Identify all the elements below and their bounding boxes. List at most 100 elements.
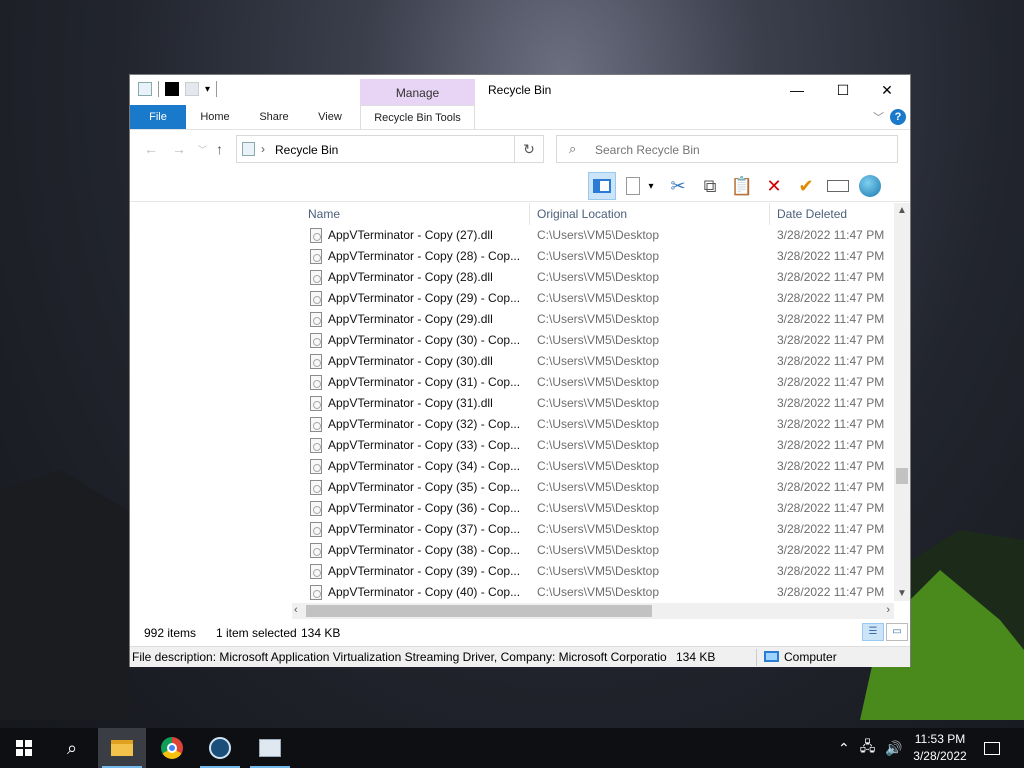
scroll-up-arrow-icon[interactable]: ▲ [897, 205, 907, 216]
large-icons-view-button[interactable]: ▭ [886, 623, 908, 641]
tab-recycle-bin-tools[interactable]: Recycle Bin Tools [360, 105, 475, 129]
horizontal-scrollbar[interactable]: ‹ › [292, 603, 894, 619]
forward-arrow-icon[interactable]: → [172, 141, 186, 157]
date-deleted: 3/28/2022 11:47 PM [777, 375, 885, 389]
column-header-original-location[interactable]: Original Location [537, 203, 627, 225]
command-toolbar: ▾ ✂ ⧉ 📋 ✕ ✔ [588, 172, 884, 200]
original-location: C:\Users\VM5\Desktop [537, 501, 660, 515]
status-bar: 992 items 1 item selected 134 KB ☰ ▭ [130, 623, 910, 643]
details-view-button[interactable]: ☰ [862, 623, 884, 641]
recent-locations-icon[interactable]: ﹀ [198, 143, 207, 156]
table-row[interactable]: AppVTerminator - Copy (29).dll C:\Users\V… [300, 309, 894, 330]
scroll-right-arrow-icon[interactable]: › [886, 604, 890, 616]
close-button[interactable]: ✕ [864, 75, 910, 105]
column-separator[interactable] [769, 203, 770, 225]
action-center-icon[interactable] [982, 728, 1002, 768]
file-name: AppVTerminator - Copy (39) - Cop... [328, 564, 521, 578]
delete-icon[interactable]: ✕ [760, 172, 788, 200]
search-input[interactable] [595, 141, 885, 159]
properties-icon[interactable] [165, 82, 179, 96]
recycle-bin-icon[interactable] [138, 82, 152, 96]
new-folder-icon[interactable] [185, 82, 199, 96]
table-row[interactable]: AppVTerminator - Copy (30).dll C:\Users\V… [300, 351, 894, 372]
start-icon[interactable] [0, 728, 48, 768]
table-row[interactable]: AppVTerminator - Copy (33) - Cop... C:\Us… [300, 435, 894, 456]
preview-pane-icon[interactable] [588, 172, 616, 200]
search-icon[interactable]: ⌕ [48, 728, 96, 768]
table-row[interactable]: AppVTerminator - Copy (28).dll C:\Users\V… [300, 267, 894, 288]
zone-label: Computer [784, 650, 837, 664]
up-arrow-icon[interactable]: ↑ [216, 141, 223, 157]
globe-icon[interactable] [856, 172, 884, 200]
vertical-scrollbar[interactable]: ▲ ▼ [894, 203, 910, 601]
tab-file[interactable]: File [130, 105, 186, 129]
table-row[interactable]: AppVTerminator - Copy (32) - Cop... C:\Us… [300, 414, 894, 435]
refresh-button[interactable]: ↻ [514, 135, 544, 163]
table-row[interactable]: AppVTerminator - Copy (28) - Cop... C:\Us… [300, 246, 894, 267]
file-list: ⌃ Name Original Location Date Deleted Ap… [300, 203, 894, 603]
address-bar[interactable]: › Recycle Bin ﹀ [236, 135, 540, 163]
clock[interactable]: 11:53 PM 3/28/2022 [898, 731, 982, 765]
table-row[interactable]: AppVTerminator - Copy (30) - Cop... C:\Us… [300, 330, 894, 351]
original-location: C:\Users\VM5\Desktop [537, 333, 660, 347]
file-name: AppVTerminator - Copy (28) - Cop... [328, 249, 521, 263]
search-box[interactable]: ⌕ [556, 135, 898, 163]
table-row[interactable]: AppVTerminator - Copy (27).dll C:\Users\V… [300, 225, 894, 246]
original-location: C:\Users\VM5\Desktop [537, 375, 660, 389]
vertical-scroll-thumb[interactable] [896, 468, 908, 484]
image-viewer-icon[interactable] [246, 728, 294, 768]
minimize-button[interactable]: — [774, 75, 820, 105]
maximize-button[interactable]: ☐ [820, 75, 866, 105]
dll-file-icon [310, 585, 322, 600]
copy-icon[interactable]: ⧉ [696, 172, 724, 200]
customize-qat-icon[interactable]: ▾ [205, 84, 210, 95]
back-arrow-icon[interactable]: ← [144, 141, 158, 157]
network-icon[interactable]: 🖧 [860, 736, 876, 760]
file-description: File description: Microsoft Application … [132, 650, 667, 664]
tab-view[interactable]: View [308, 105, 352, 129]
dll-file-icon [310, 564, 322, 579]
new-item-icon[interactable]: ▾ [620, 172, 660, 200]
show-hidden-icons-icon[interactable]: ⌃ [838, 740, 850, 757]
dll-file-icon [310, 249, 322, 264]
horizontal-scroll-thumb[interactable] [306, 605, 652, 617]
breadcrumb-recycle-bin[interactable]: Recycle Bin [275, 143, 338, 157]
table-row[interactable]: AppVTerminator - Copy (31).dll C:\Users\V… [300, 393, 894, 414]
restore-icon[interactable]: ✔ [792, 172, 820, 200]
steam-icon[interactable] [196, 728, 244, 768]
paste-icon[interactable]: 📋 [728, 172, 756, 200]
title-bar[interactable]: ▾ Manage Recycle Bin — ☐ ✕ [130, 75, 910, 127]
table-row[interactable]: AppVTerminator - Copy (31) - Cop... C:\Us… [300, 372, 894, 393]
table-row[interactable]: AppVTerminator - Copy (38) - Cop... C:\Us… [300, 540, 894, 561]
date-deleted: 3/28/2022 11:47 PM [777, 438, 885, 452]
file-explorer-icon[interactable] [98, 728, 146, 768]
table-row[interactable]: AppVTerminator - Copy (34) - Cop... C:\Us… [300, 456, 894, 477]
expand-ribbon-icon[interactable]: ﹀ [873, 109, 884, 125]
breadcrumb-chevron-icon[interactable]: › [261, 142, 265, 156]
date-deleted: 3/28/2022 11:47 PM [777, 270, 885, 284]
tab-home[interactable]: Home [190, 105, 240, 129]
rename-icon[interactable] [824, 172, 852, 200]
column-header-name[interactable]: Name [308, 203, 340, 225]
table-row[interactable]: AppVTerminator - Copy (40) - Cop... C:\Us… [300, 582, 894, 603]
table-row[interactable]: AppVTerminator - Copy (35) - Cop... C:\Us… [300, 477, 894, 498]
dll-file-icon [310, 375, 322, 390]
column-separator[interactable] [529, 203, 530, 225]
table-row[interactable]: AppVTerminator - Copy (36) - Cop... C:\Us… [300, 498, 894, 519]
file-name: AppVTerminator - Copy (29) - Cop... [328, 291, 521, 305]
scroll-down-arrow-icon[interactable]: ▼ [897, 588, 907, 599]
taskbar: ⌕ ⌃ 🖧 🔊 11:53 PM 3/28/2022 [0, 728, 1024, 768]
table-row[interactable]: AppVTerminator - Copy (37) - Cop... C:\Us… [300, 519, 894, 540]
table-row[interactable]: AppVTerminator - Copy (39) - Cop... C:\Us… [300, 561, 894, 582]
table-row[interactable]: AppVTerminator - Copy (29) - Cop... C:\Us… [300, 288, 894, 309]
chrome-icon[interactable] [148, 728, 196, 768]
cut-icon[interactable]: ✂ [664, 172, 692, 200]
column-header-date-deleted[interactable]: Date Deleted [777, 203, 847, 225]
scroll-left-arrow-icon[interactable]: ‹ [294, 604, 298, 616]
file-name: AppVTerminator - Copy (38) - Cop... [328, 543, 521, 557]
tab-share[interactable]: Share [250, 105, 298, 129]
original-location: C:\Users\VM5\Desktop [537, 438, 660, 452]
date-deleted: 3/28/2022 11:47 PM [777, 291, 885, 305]
help-icon[interactable]: ? [890, 109, 906, 125]
dll-file-icon [310, 396, 322, 411]
